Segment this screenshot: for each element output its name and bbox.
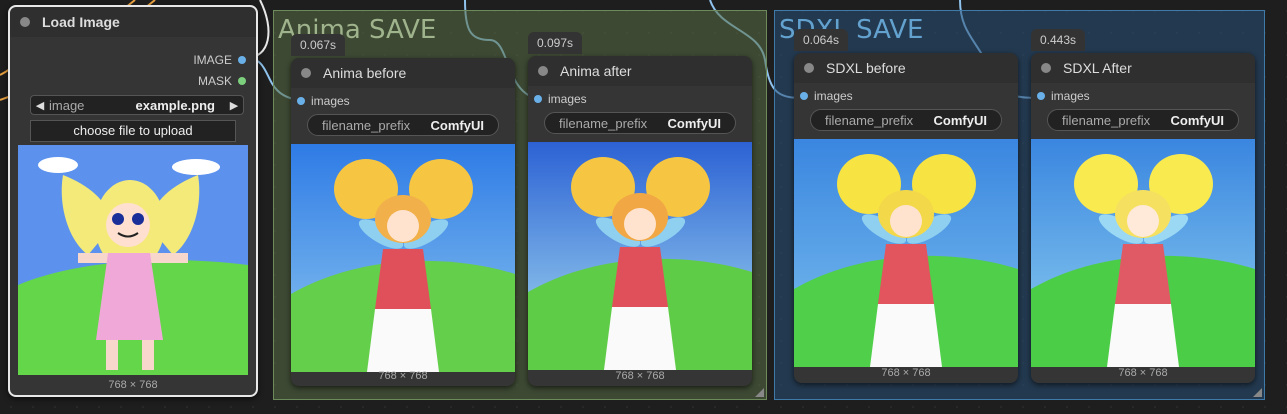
input-slot-icon[interactable] <box>1037 92 1045 100</box>
resize-handle[interactable] <box>1253 388 1262 397</box>
output-image-preview <box>794 139 1018 367</box>
collapse-dot-icon[interactable] <box>20 17 30 27</box>
input-label: images <box>1051 89 1090 103</box>
filename-prefix-widget[interactable]: filename_prefix ComfyUI <box>544 112 736 134</box>
node-title: Anima after <box>560 63 632 79</box>
output-slot-icon[interactable] <box>238 77 246 85</box>
resize-handle[interactable] <box>755 388 764 397</box>
node-header[interactable]: Anima after <box>528 56 752 86</box>
node-header[interactable]: Load Image <box>10 7 256 37</box>
widget-label: filename_prefix <box>322 117 411 133</box>
widget-label: filename_prefix <box>1062 112 1151 128</box>
filename-prefix-widget[interactable]: filename_prefix ComfyUI <box>810 109 1002 131</box>
node-title: SDXL before <box>826 60 906 76</box>
input-images[interactable]: images <box>800 87 1018 105</box>
output-mask[interactable]: MASK <box>198 74 246 88</box>
input-slot-icon[interactable] <box>800 92 808 100</box>
output-label: MASK <box>197 74 232 88</box>
exec-time-badge: 0.097s <box>528 32 583 54</box>
widget-value: ComfyUI <box>933 112 987 128</box>
exec-time-badge: 0.067s <box>291 34 346 56</box>
node-header[interactable]: Anima before <box>291 58 515 88</box>
combo-value: example.png <box>135 97 215 113</box>
input-images[interactable]: images <box>534 90 752 108</box>
exec-time-badge: 0.064s <box>794 29 849 51</box>
image-dims: 768 × 768 <box>615 370 665 382</box>
image-dims: 768 × 768 <box>881 367 931 379</box>
input-images[interactable]: images <box>297 92 515 110</box>
image-dims: 768 × 768 <box>1118 367 1168 379</box>
input-label: images <box>311 94 350 108</box>
output-slot-icon[interactable] <box>238 56 246 64</box>
arrow-left-icon[interactable]: ◀ <box>31 99 49 112</box>
widget-value: ComfyUI <box>1170 112 1224 128</box>
input-slot-icon[interactable] <box>534 95 542 103</box>
input-images[interactable]: images <box>1037 87 1255 105</box>
filename-prefix-widget[interactable]: filename_prefix ComfyUI <box>1047 109 1239 131</box>
input-label: images <box>814 89 853 103</box>
node-title: SDXL After <box>1063 60 1132 76</box>
collapse-dot-icon[interactable] <box>301 68 311 78</box>
collapse-dot-icon[interactable] <box>804 63 814 73</box>
load-image-preview <box>18 145 248 375</box>
arrow-right-icon[interactable]: ▶ <box>225 99 243 112</box>
output-image-preview <box>528 142 752 370</box>
save-node-anima-after[interactable]: 0.097s Anima after images filename_prefi… <box>528 32 752 386</box>
collapse-dot-icon[interactable] <box>538 66 548 76</box>
load-image-node[interactable]: Load Image IMAGE MASK ◀ image example.pn… <box>8 5 258 397</box>
filename-prefix-widget[interactable]: filename_prefix ComfyUI <box>307 114 499 136</box>
save-node-sdxl-before[interactable]: 0.064s SDXL before images filename_prefi… <box>794 29 1018 383</box>
image-dims: 768 × 768 <box>108 379 158 391</box>
upload-button[interactable]: choose file to upload <box>30 120 236 142</box>
output-image-preview <box>1031 139 1255 367</box>
node-title: Load Image <box>42 14 120 30</box>
exec-time-badge: 0.443s <box>1031 29 1086 51</box>
output-image[interactable]: IMAGE <box>193 53 246 67</box>
output-image-preview <box>291 144 515 372</box>
output-label: IMAGE <box>193 53 232 67</box>
save-node-sdxl-after[interactable]: 0.443s SDXL After images filename_prefix… <box>1031 29 1255 383</box>
widget-value: ComfyUI <box>667 115 721 131</box>
node-title: Anima before <box>323 65 407 81</box>
input-slot-icon[interactable] <box>297 97 305 105</box>
widget-label: filename_prefix <box>825 112 914 128</box>
image-combo[interactable]: ◀ image example.png ▶ <box>30 95 244 115</box>
save-node-anima-before[interactable]: 0.067s Anima before images filename_pref… <box>291 34 515 386</box>
image-dims: 768 × 768 <box>378 370 428 382</box>
node-header[interactable]: SDXL After <box>1031 53 1255 83</box>
widget-label: filename_prefix <box>559 115 648 131</box>
node-header[interactable]: SDXL before <box>794 53 1018 83</box>
combo-label: image <box>49 97 85 113</box>
input-label: images <box>548 92 587 106</box>
widget-value: ComfyUI <box>430 117 484 133</box>
collapse-dot-icon[interactable] <box>1041 63 1051 73</box>
